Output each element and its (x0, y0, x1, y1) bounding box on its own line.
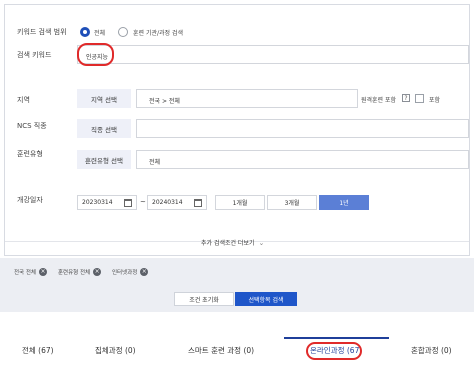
scope-radio-institution[interactable] (118, 27, 128, 37)
keyword-highlight (77, 43, 114, 66)
close-icon[interactable]: × (140, 268, 149, 276)
filter-chip-internet: 인터넷과정 × (112, 268, 149, 276)
filter-chip-label: 전국 전체 (14, 270, 36, 276)
more-conditions-label: 추가 검색조건 더보기 (201, 240, 255, 247)
remote-include-label: 포함 (429, 97, 441, 104)
region-label: 지역 (17, 96, 30, 104)
calendar-icon[interactable] (124, 198, 132, 207)
online-tab-highlight (306, 342, 362, 360)
scope-option-institution: 훈련 기관/과정 검색 (133, 30, 183, 37)
training-type-label: 훈련유형 (17, 150, 43, 158)
training-type-select-button[interactable]: 훈련유형 선택 (77, 150, 131, 169)
ncs-select-button[interactable]: 직종 선택 (77, 119, 131, 138)
region-value: 전국 > 전체 (149, 98, 180, 105)
period-1-month-button[interactable]: 1개월 (215, 195, 265, 210)
tab-all[interactable]: 전체 (67) (22, 345, 54, 356)
scope-option-all: 전체 (94, 30, 106, 37)
filter-chip-region: 전국 전체 × (14, 268, 47, 276)
period-3-month-button[interactable]: 3개월 (267, 195, 317, 210)
scope-radio-all[interactable] (80, 27, 90, 37)
date-separator: ~ (140, 198, 146, 206)
region-select-button[interactable]: 지역 선택 (77, 89, 131, 108)
tab-offline[interactable]: 집체과정 (0) (95, 345, 136, 356)
ncs-label: NCS 직종 (17, 122, 47, 130)
keyword-label: 검색 키워드 (17, 51, 52, 59)
region-value-field: 전국 > 전체 (136, 89, 358, 108)
search-selected-button[interactable]: 선택항목 검색 (235, 292, 297, 306)
close-icon[interactable]: × (39, 268, 47, 276)
training-type-value-field: 전체 (136, 150, 469, 169)
filter-chip-label: 훈련유형 전체 (58, 270, 91, 276)
active-filters-area: 전국 전체 × 훈련유형 전체 × 인터넷과정 × 조건 초기화 선택항목 검색 (0, 258, 474, 312)
calendar-icon[interactable] (194, 198, 202, 207)
training-type-value: 전체 (149, 159, 161, 166)
more-conditions-toggle[interactable]: 추가 검색조건 더보기 ⌄ (201, 238, 265, 248)
date-to-input[interactable]: 20240314 (147, 195, 207, 210)
chevron-down-icon: ⌄ (258, 238, 265, 247)
keyword-input[interactable]: 인공지능 (77, 45, 469, 64)
period-1-year-button[interactable]: 1년 (319, 195, 369, 210)
remote-include-checkbox[interactable] (415, 94, 424, 103)
date-to-value: 20240314 (152, 199, 183, 206)
date-label: 개강일자 (17, 196, 43, 204)
remote-training-label: 원격훈련 포함 (361, 97, 397, 104)
close-icon[interactable]: × (93, 268, 102, 276)
active-tab-indicator (284, 337, 389, 339)
ncs-value-field (136, 119, 469, 138)
tab-blended[interactable]: 혼합과정 (0) (411, 345, 452, 356)
search-panel: 키워드 검색 범위 전체 훈련 기관/과정 검색 검색 키워드 인공지능 지역 … (4, 4, 470, 256)
date-from-input[interactable]: 20230314 (77, 195, 137, 210)
scope-label: 키워드 검색 범위 (17, 28, 67, 36)
filter-chip-training-type: 훈련유형 전체 × (58, 268, 102, 276)
help-icon[interactable]: ? (402, 94, 410, 102)
filter-chip-label: 인터넷과정 (112, 270, 138, 276)
date-from-value: 20230314 (82, 199, 113, 206)
tab-smart-training[interactable]: 스마트 훈련 과정 (0) (188, 345, 254, 356)
reset-conditions-button[interactable]: 조건 초기화 (174, 292, 234, 306)
